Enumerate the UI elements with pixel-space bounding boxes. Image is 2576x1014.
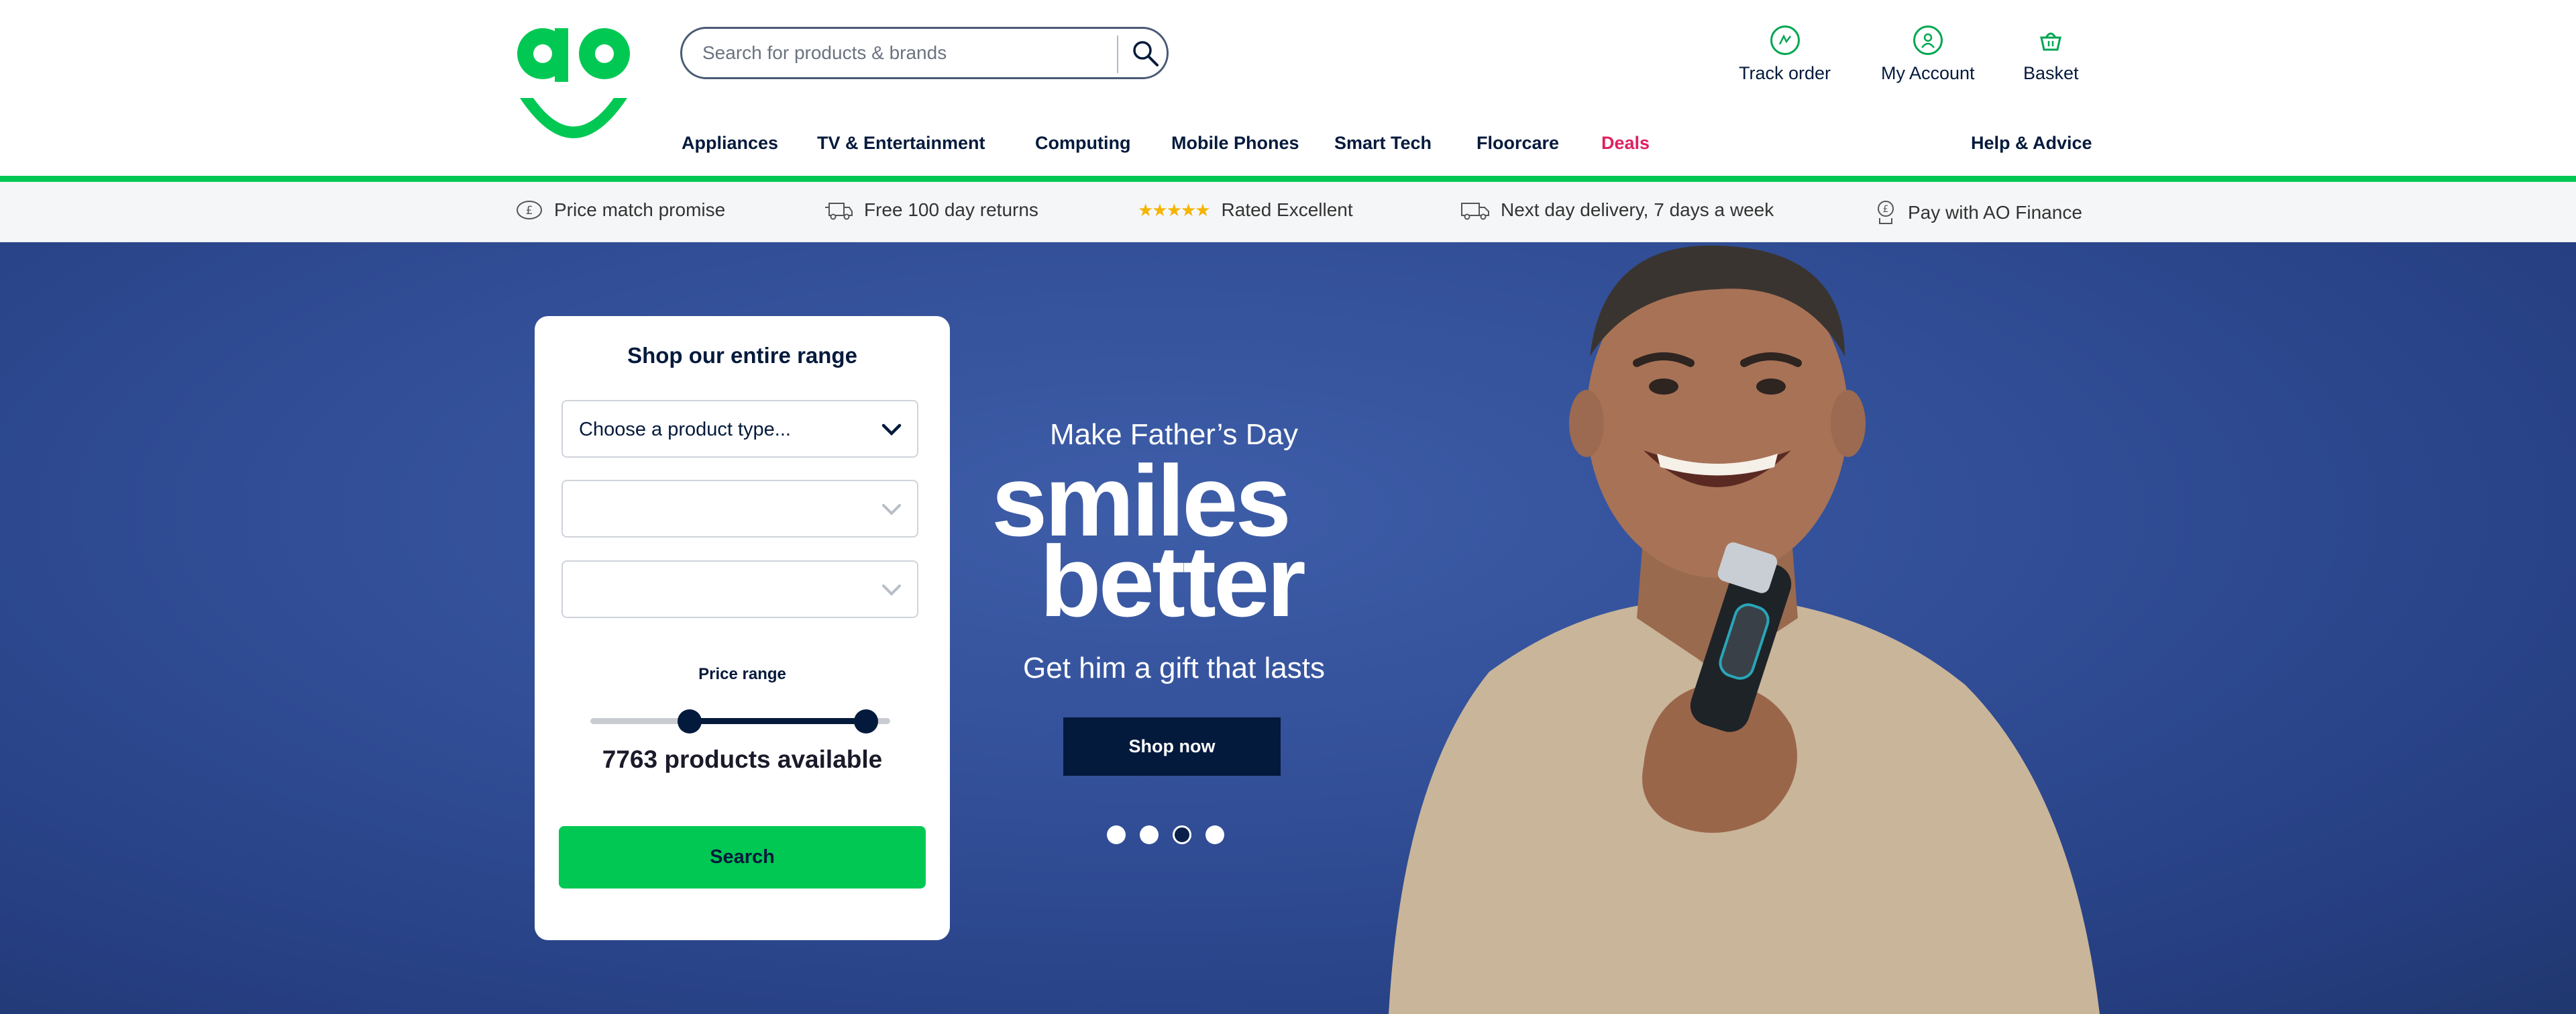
- price-range-label: Price range: [698, 665, 786, 683]
- usp-rated[interactable]: ★★★★★ Rated Excellent: [1138, 199, 1353, 221]
- search-input[interactable]: [702, 38, 1105, 68]
- search-icon: [1133, 41, 1159, 66]
- site-header: Track order My Account Basket Appliances…: [0, 0, 2576, 176]
- carousel-dot-1[interactable]: [1107, 825, 1126, 844]
- return-van-icon: [824, 199, 853, 221]
- search-button[interactable]: [1126, 34, 1164, 72]
- track-order-label: Track order: [1739, 63, 1831, 83]
- carousel-dot-4[interactable]: [1205, 825, 1224, 844]
- pound-coin-icon: £: [515, 199, 543, 221]
- price-range-slider[interactable]: [590, 709, 890, 733]
- brand-select[interactable]: [561, 480, 918, 538]
- usp-delivery-label: Next day delivery, 7 days a week: [1501, 199, 1774, 220]
- basket-icon: [2036, 26, 2065, 55]
- nav-deals[interactable]: Deals: [1601, 133, 1650, 154]
- product-type-value: Choose a product type...: [579, 419, 791, 440]
- promo-subheadline: Get him a gift that lasts: [1023, 652, 1325, 685]
- product-finder: Shop our entire range Choose a product t…: [535, 316, 950, 940]
- delivery-truck-icon: [1460, 199, 1490, 221]
- shop-now-button[interactable]: Shop now: [1063, 717, 1281, 776]
- header-divider: [0, 176, 2576, 182]
- chevron-down-icon: [882, 585, 901, 596]
- finder-title: Shop our entire range: [627, 343, 857, 368]
- my-account-label: My Account: [1881, 63, 1975, 83]
- basket-label: Basket: [2023, 63, 2079, 83]
- usp-price-match[interactable]: £ Price match promise: [515, 199, 725, 221]
- usp-price-match-label: Price match promise: [554, 199, 726, 220]
- product-type-select[interactable]: Choose a product type...: [561, 400, 918, 458]
- category-select[interactable]: [561, 560, 918, 618]
- nav-appliances[interactable]: Appliances: [682, 133, 778, 154]
- carousel-dot-2[interactable]: [1140, 825, 1159, 844]
- ao-logo[interactable]: [513, 24, 634, 146]
- search-bar: [680, 27, 1169, 79]
- my-account-link[interactable]: My Account: [1881, 26, 1975, 84]
- track-order-icon: [1770, 26, 1800, 55]
- price-min-handle[interactable]: [677, 709, 702, 733]
- account-icon: [1913, 26, 1943, 55]
- usp-finance[interactable]: £ Pay with AO Finance: [1874, 199, 2082, 226]
- search-divider: [1117, 36, 1118, 73]
- carousel-dot-3[interactable]: [1173, 825, 1191, 844]
- usp-delivery[interactable]: Next day delivery, 7 days a week: [1460, 199, 1774, 221]
- finance-icon: £: [1874, 199, 1897, 226]
- hero-banner: Shop our entire range Choose a product t…: [0, 242, 2576, 1014]
- chevron-down-icon: [882, 504, 901, 515]
- carousel-dots: [1107, 825, 1224, 844]
- usp-finance-label: Pay with AO Finance: [1908, 202, 2082, 223]
- nav-computing[interactable]: Computing: [1035, 133, 1130, 154]
- nav-floorcare[interactable]: Floorcare: [1477, 133, 1559, 154]
- usp-returns-label: Free 100 day returns: [864, 199, 1038, 220]
- price-range-fill: [689, 718, 867, 724]
- finder-search-button[interactable]: Search: [559, 826, 926, 889]
- stars-icon: ★★★★★: [1138, 199, 1211, 220]
- usp-returns[interactable]: Free 100 day returns: [824, 199, 1038, 221]
- track-order-link[interactable]: Track order: [1739, 26, 1831, 84]
- nav-tv-entertainment[interactable]: TV & Entertainment: [817, 133, 985, 154]
- nav-help-advice[interactable]: Help & Advice: [1971, 133, 2092, 154]
- chevron-down-icon: [881, 423, 902, 436]
- svg-text:£: £: [1883, 204, 1889, 215]
- price-max-handle[interactable]: [854, 709, 879, 733]
- usp-rated-label: Rated Excellent: [1221, 199, 1353, 220]
- nav-mobile-phones[interactable]: Mobile Phones: [1171, 133, 1299, 154]
- svg-text:£: £: [526, 204, 533, 217]
- basket-link[interactable]: Basket: [2023, 26, 2079, 84]
- nav-smart-tech[interactable]: Smart Tech: [1334, 133, 1432, 154]
- hero-person-image: [1389, 245, 2100, 1014]
- usp-bar: £ Price match promise Free 100 day retur…: [0, 182, 2576, 242]
- products-count: 7763 products available: [602, 746, 883, 773]
- promo-headline-better: better: [1040, 525, 1306, 638]
